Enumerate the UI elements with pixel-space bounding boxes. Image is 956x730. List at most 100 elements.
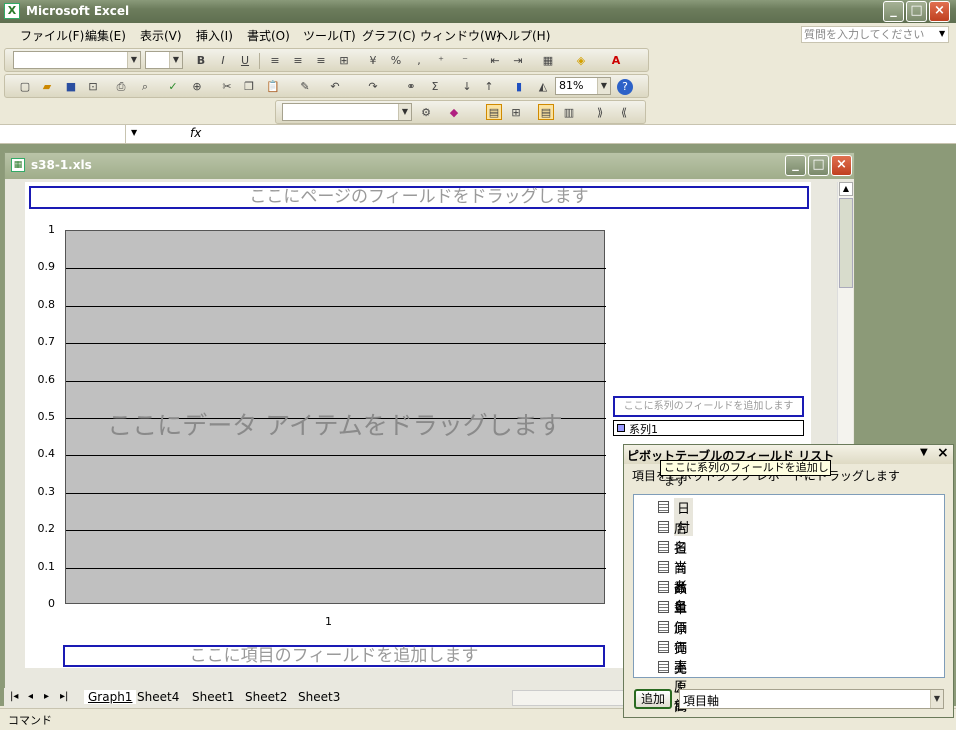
horizontal-scrollbar[interactable] [512,690,626,706]
field-settings-icon[interactable]: ⚙ [418,105,434,121]
help-icon[interactable]: ? [617,79,633,95]
decrease-decimal-icon[interactable]: ⁻ [457,53,473,69]
menu-view[interactable]: 表示(V) [140,27,182,44]
pivot-field-combo[interactable]: ▼ [282,103,412,121]
minimize-button[interactable]: _ [883,1,904,22]
add-button[interactable]: 追加 [634,689,672,709]
menu-chart[interactable]: グラフ(C) [362,27,416,44]
category-field-drop-zone[interactable]: ここに項目のフィールドを追加します [63,645,605,667]
chevron-down-icon[interactable]: ▼ [127,52,140,68]
menu-edit[interactable]: 編集(E) [85,27,126,44]
undo-icon[interactable]: ↶ [327,79,343,95]
hyperlink-icon[interactable]: ⚭ [403,79,419,95]
copy-icon[interactable]: ❐ [241,79,257,95]
scroll-up-icon[interactable]: ▲ [839,182,853,196]
menu-insert[interactable]: 挿入(I) [196,27,233,44]
increase-decimal-icon[interactable]: ⁺ [433,53,449,69]
last-sheet-icon[interactable]: ▸| [60,691,68,702]
menu-file[interactable]: ファイル(F) [20,27,84,44]
help-search-dropdown-icon[interactable]: ▼ [939,29,945,38]
next-sheet-icon[interactable]: ▸ [44,691,49,702]
pivot-table-icon[interactable]: ▤ [486,104,502,120]
columns-icon[interactable]: ▥ [561,105,577,121]
menu-help[interactable]: ヘルプ(H) [496,27,550,44]
field-list-icon[interactable]: ▤ [538,104,554,120]
workbook-minimize-button[interactable]: _ [785,155,806,176]
align-left-icon[interactable]: ≡ [267,53,283,69]
italic-icon[interactable]: I [215,53,231,69]
font-name-combo[interactable]: ▼ [13,51,141,69]
percent-icon[interactable]: % [388,53,404,69]
spelling-icon[interactable]: ✓ [165,79,181,95]
font-size-combo[interactable]: ▼ [145,51,183,69]
legend[interactable]: 系列1 [613,420,804,436]
underline-icon[interactable]: U [237,53,253,69]
prev-sheet-icon[interactable]: ◂ [28,691,33,702]
tab-sheet1[interactable]: Sheet1 [192,690,234,704]
save-icon[interactable]: ■ [63,79,79,95]
workbook-close-button[interactable]: × [831,155,852,176]
tab-graph1[interactable]: Graph1 [84,690,137,704]
add-target-select[interactable]: 項目軸 ▼ [679,689,944,709]
open-icon[interactable]: ▰ [39,79,55,95]
formula-input[interactable] [205,125,956,143]
borders-icon[interactable]: ▦ [540,53,556,69]
panel-close-icon[interactable]: × [937,445,949,461]
sort-ascending-icon[interactable]: ↓ [459,79,475,95]
data-item-drop-zone[interactable]: ここにデータ アイテムをドラッグします [65,406,605,442]
redo-icon[interactable]: ↷ [365,79,381,95]
currency-icon[interactable]: ¥ [365,53,381,69]
chart-type-icon[interactable]: ◆ [446,105,462,121]
panel-dropdown-icon[interactable]: ▼ [920,447,928,458]
vertical-scrollbar[interactable]: ▲ [837,182,853,472]
autosum-icon[interactable]: Σ [427,79,443,95]
excel-icon: X [4,3,20,19]
align-right-icon[interactable]: ≡ [313,53,329,69]
align-center-icon[interactable]: ≡ [290,53,306,69]
menu-tools[interactable]: ツール(T) [303,27,356,44]
fill-color-icon[interactable]: ◈ [573,53,589,69]
cut-icon[interactable]: ✂ [219,79,235,95]
hide-detail-icon[interactable]: ⟪ [616,105,632,121]
name-box-dropdown-icon[interactable]: ▼ [131,128,137,137]
bold-icon[interactable]: B [193,53,209,69]
fx-icon[interactable]: fx [190,126,201,140]
font-color-icon[interactable]: A [608,53,624,69]
page-field-drop-zone[interactable]: ここにページのフィールドをドラッグします [29,186,809,209]
comma-icon[interactable]: , [411,53,427,69]
decrease-indent-icon[interactable]: ⇤ [487,53,503,69]
first-sheet-icon[interactable]: |◂ [10,691,18,702]
tab-sheet3[interactable]: Sheet3 [298,690,340,704]
permission-icon[interactable]: ⊡ [85,79,101,95]
sort-descending-icon[interactable]: ↑ [481,79,497,95]
drawing-icon[interactable]: ◭ [535,79,551,95]
print-icon[interactable]: ⎙ [113,79,129,95]
scroll-thumb[interactable] [839,198,853,288]
chevron-down-icon[interactable]: ▼ [597,78,610,94]
zoom-combo[interactable]: 81% ▼ [555,77,611,95]
chevron-down-icon[interactable]: ▼ [169,52,182,68]
print-preview-icon[interactable]: ⌕ [137,79,153,95]
chart-wizard-icon[interactable]: ▮ [511,79,527,95]
menu-format[interactable]: 書式(O) [247,27,290,44]
chevron-down-icon[interactable]: ▼ [930,690,943,708]
field-icon [658,541,669,553]
merge-center-icon[interactable]: ⊞ [336,53,352,69]
help-search-input[interactable]: 質問を入力してください [801,26,949,43]
tab-sheet2[interactable]: Sheet2 [245,690,287,704]
paste-icon[interactable]: 📋 [265,79,281,95]
tab-sheet4[interactable]: Sheet4 [137,690,179,704]
show-detail-icon[interactable]: ⟫ [592,105,608,121]
name-box[interactable] [0,125,126,143]
chevron-down-icon[interactable]: ▼ [398,104,411,120]
menu-window[interactable]: ウィンドウ(W) [420,27,501,44]
table-grid-icon[interactable]: ⊞ [508,105,524,121]
new-icon[interactable]: ▢ [17,79,33,95]
maximize-button[interactable]: □ [906,1,927,22]
close-button[interactable]: × [929,1,950,22]
format-painter-icon[interactable]: ✎ [297,79,313,95]
series-field-drop-zone[interactable]: ここに系列のフィールドを追加します [613,396,804,417]
increase-indent-icon[interactable]: ⇥ [510,53,526,69]
workbook-maximize-button[interactable]: □ [808,155,829,176]
research-icon[interactable]: ⊕ [189,79,205,95]
